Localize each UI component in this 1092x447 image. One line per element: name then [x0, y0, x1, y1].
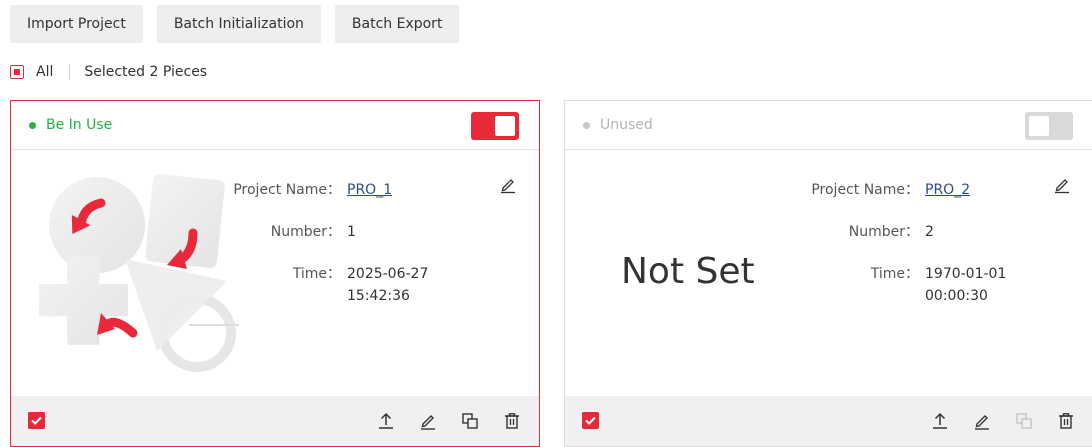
- toolbar: Import Project Batch Initialization Batc…: [10, 5, 460, 43]
- card-footer: [11, 396, 539, 446]
- toggle-knob: [495, 116, 515, 136]
- divider: [69, 64, 71, 80]
- batch-initialization-button[interactable]: Batch Initialization: [156, 5, 321, 43]
- card-header: Be In Use: [11, 101, 539, 150]
- card-header: Unused: [565, 101, 1092, 150]
- project-illustration: [39, 174, 239, 372]
- status-text: Be In Use: [46, 117, 113, 133]
- card-checkbox[interactable]: [582, 412, 599, 429]
- time-row: Time： 2025-06-27 15:42:36: [211, 263, 429, 307]
- card-body: Not Set Project Name： PRO_2 Number： 2 Ti…: [565, 151, 1092, 398]
- copy-icon[interactable]: [459, 410, 481, 432]
- project-name-row: Project Name： PRO_2: [789, 179, 970, 201]
- time-row: Time： 1970-01-01 00:00:30: [789, 263, 1007, 307]
- project-name-label: Project Name：: [811, 182, 919, 198]
- toggle-knob: [1029, 116, 1049, 136]
- edit-name-icon[interactable]: [499, 176, 517, 194]
- enable-toggle[interactable]: [471, 112, 519, 140]
- number-row: Number： 2: [789, 221, 934, 243]
- time-date: 1970-01-01: [925, 266, 1007, 282]
- number-label: Number：: [848, 224, 919, 240]
- project-name-label: Project Name：: [233, 182, 341, 198]
- time-label: Time：: [292, 266, 341, 282]
- export-icon[interactable]: [929, 410, 951, 432]
- export-icon[interactable]: [375, 410, 397, 432]
- card-actions: [929, 410, 1077, 432]
- number-value: 2: [925, 224, 934, 240]
- project-name-link[interactable]: PRO_2: [925, 179, 970, 201]
- enable-toggle[interactable]: [1025, 112, 1073, 140]
- status-text: Unused: [600, 117, 653, 133]
- card-actions: [375, 410, 523, 432]
- status-dot: [583, 121, 590, 129]
- status-dot: [29, 121, 36, 129]
- time-clock: 00:00:30: [925, 288, 988, 304]
- project-name-link[interactable]: PRO_1: [347, 179, 392, 201]
- project-name-row: Project Name： PRO_1: [211, 179, 392, 201]
- time-clock: 15:42:36: [347, 288, 410, 304]
- status-badge: Be In Use: [29, 117, 112, 133]
- edit-name-icon[interactable]: [1053, 176, 1071, 194]
- status-badge: Unused: [583, 117, 653, 133]
- copy-icon[interactable]: [1013, 410, 1035, 432]
- card-footer: [565, 396, 1092, 446]
- time-date: 2025-06-27: [347, 266, 429, 282]
- import-project-button[interactable]: Import Project: [10, 5, 143, 43]
- delete-icon[interactable]: [501, 410, 523, 432]
- edit-icon[interactable]: [971, 410, 993, 432]
- selected-count-text: Selected 2 Pieces: [84, 64, 208, 80]
- selection-row: All Selected 2 Pieces: [10, 62, 207, 82]
- project-card-2[interactable]: Unused Not Set Project Name： PRO_2 Numbe…: [564, 100, 1092, 447]
- batch-export-button[interactable]: Batch Export: [334, 5, 460, 43]
- select-all-label[interactable]: All: [36, 64, 53, 80]
- number-row: Number： 1: [211, 221, 356, 243]
- card-checkbox[interactable]: [28, 412, 45, 429]
- time-label: Time：: [870, 266, 919, 282]
- project-card-1[interactable]: Be In Use Project Name： PRO_1 Number： 1 …: [10, 100, 540, 447]
- time-value: 1970-01-01 00:00:30: [925, 263, 1006, 307]
- delete-icon[interactable]: [1055, 410, 1077, 432]
- select-all-checkbox[interactable]: [10, 65, 24, 79]
- number-label: Number：: [270, 224, 341, 240]
- not-set-placeholder: Not Set: [621, 251, 755, 292]
- time-value: 2025-06-27 15:42:36: [347, 263, 428, 307]
- number-value: 1: [347, 224, 356, 240]
- edit-icon[interactable]: [417, 410, 439, 432]
- card-body: Project Name： PRO_1 Number： 1 Time： 2025…: [11, 151, 539, 398]
